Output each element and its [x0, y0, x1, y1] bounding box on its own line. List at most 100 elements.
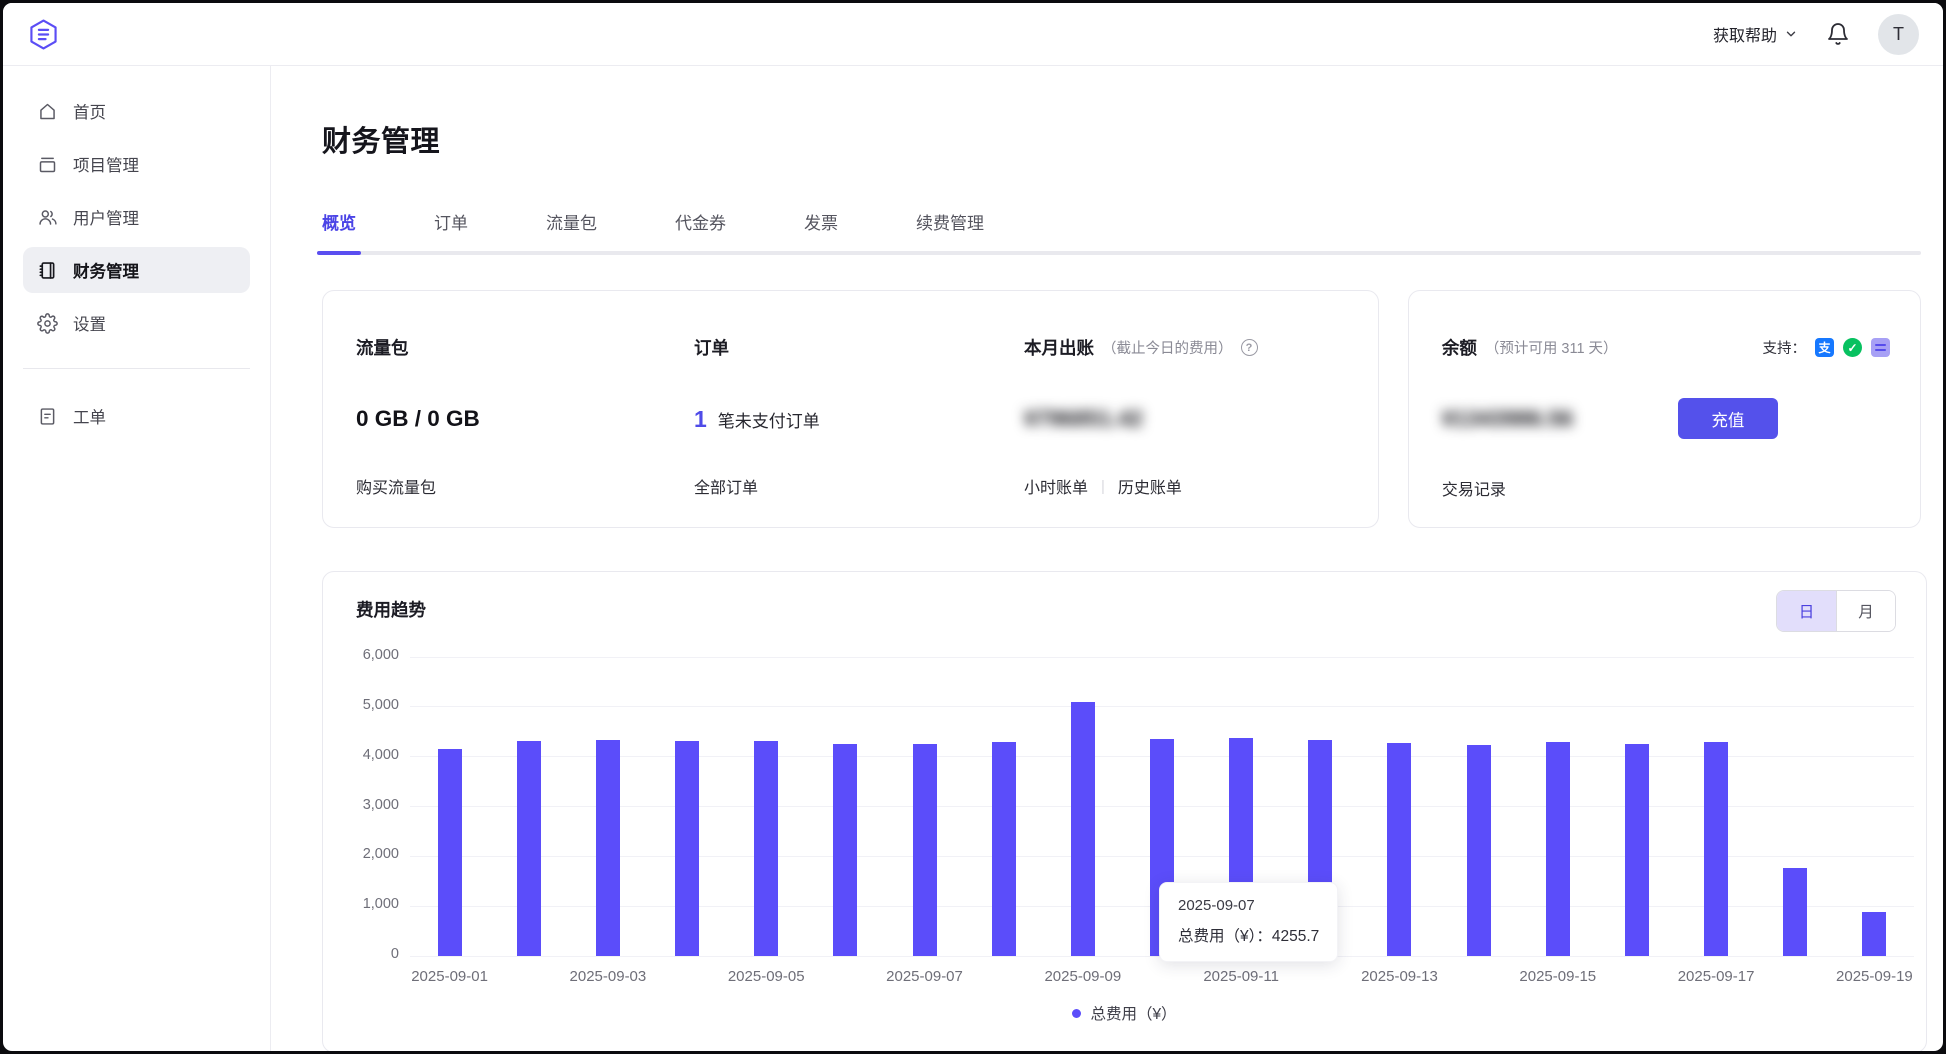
orders-title: 订单 [694, 335, 1024, 360]
tab-orders[interactable]: 订单 [434, 209, 468, 255]
page-title: 财务管理 [322, 118, 1921, 160]
legend-dot [1072, 1009, 1081, 1018]
avatar-initial: T [1893, 24, 1904, 45]
monthly-billing-caption: （截止今日的费用） [1102, 337, 1233, 358]
balance-value-redacted: ¥1343986.56 [1442, 406, 1638, 432]
bar-2025-09-18[interactable] [1783, 868, 1807, 956]
y-tick-label: 6,000 [323, 647, 399, 663]
bar-2025-09-09[interactable] [1071, 702, 1095, 956]
buy-traffic-package-link[interactable]: 购买流量包 [356, 474, 436, 498]
recharge-button[interactable]: 充值 [1678, 398, 1778, 439]
traffic-package-value: 0 GB / 0 GB [356, 404, 694, 434]
toggle-day[interactable]: 日 [1777, 591, 1836, 631]
y-tick-label: 2,000 [323, 846, 399, 862]
x-tick-label: 2025-09-17 [1641, 968, 1791, 985]
cost-trend-card: 费用趋势 日 月 2025-09-07 总费用（¥）：4255.7 01,000… [322, 571, 1927, 1051]
gridline [410, 657, 1914, 658]
x-tick-label: 2025-09-19 [1799, 968, 1943, 985]
traffic-package-stat: 流量包 0 GB / 0 GB 购买流量包 [356, 335, 694, 527]
unpaid-order-count: 1 [694, 406, 707, 433]
y-tick-label: 3,000 [323, 797, 399, 813]
app-logo-icon[interactable] [27, 18, 60, 51]
bar-2025-09-08[interactable] [992, 742, 1016, 956]
sidebar-item-settings[interactable]: 设置 [23, 300, 250, 346]
traffic-package-title: 流量包 [356, 335, 694, 360]
sidebar-item-users[interactable]: 用户管理 [23, 194, 250, 240]
bar-2025-09-05[interactable] [754, 741, 778, 956]
sidebar-item-projects[interactable]: 项目管理 [23, 141, 250, 187]
bar-2025-09-13[interactable] [1387, 743, 1411, 956]
users-icon [37, 207, 58, 228]
gridline [410, 706, 1914, 707]
tooltip-value: 总费用（¥）：4255.7 [1178, 924, 1319, 946]
user-avatar[interactable]: T [1878, 14, 1919, 55]
tab-traffic-packages[interactable]: 流量包 [546, 209, 597, 255]
help-menu-label: 获取帮助 [1713, 22, 1777, 46]
balance-caption: （预计可用 311 天） [1485, 337, 1618, 358]
bar-2025-09-17[interactable] [1704, 742, 1728, 956]
work-order-icon [37, 406, 58, 427]
stats-card: 流量包 0 GB / 0 GB 购买流量包 订单 1 笔未支付订单 [322, 290, 1379, 528]
sidebar-divider [23, 368, 250, 369]
tab-bar-underline [322, 251, 1921, 255]
tab-bar: 概览 订单 流量包 代金券 发票 续费管理 [322, 209, 1921, 255]
transaction-records-link[interactable]: 交易记录 [1442, 476, 1506, 500]
y-tick-label: 5,000 [323, 697, 399, 713]
x-tick-label: 2025-09-05 [691, 968, 841, 985]
bar-2025-09-06[interactable] [833, 744, 857, 956]
orders-stat: 订单 1 笔未支付订单 全部订单 [694, 335, 1024, 527]
monthly-billing-stat: 本月出账 （截止今日的费用） ? ¥796851.42 小时账单 | 历史账单 [1024, 335, 1345, 527]
chart-legend: 总费用（¥） [323, 1002, 1926, 1024]
bar-2025-09-19[interactable] [1862, 912, 1886, 956]
balance-card: 余额 （预计可用 311 天） 支持： 支 ✓ ¥1343986.56 充值 [1408, 290, 1921, 528]
link-separator: | [1101, 478, 1105, 495]
bank-card-icon [1871, 338, 1890, 357]
payment-support-label: 支持： [1763, 337, 1807, 358]
wechat-pay-icon: ✓ [1843, 338, 1862, 357]
monthly-billing-title: 本月出账 [1024, 335, 1094, 360]
toggle-month[interactable]: 月 [1836, 591, 1895, 631]
sidebar-item-label: 财务管理 [73, 258, 139, 282]
chart-plot: 2025-09-07 总费用（¥）：4255.7 01,0002,0003,00… [410, 657, 1914, 956]
project-box-icon [37, 154, 58, 175]
x-tick-label: 2025-09-01 [375, 968, 525, 985]
tab-overview[interactable]: 概览 [322, 209, 356, 255]
bar-2025-09-15[interactable] [1546, 742, 1570, 956]
sidebar-item-label: 项目管理 [73, 152, 139, 176]
x-tick-label: 2025-09-11 [1166, 968, 1316, 985]
ledger-icon [37, 260, 58, 281]
x-tick-label: 2025-09-03 [533, 968, 683, 985]
sidebar-item-label: 设置 [73, 311, 106, 335]
bar-2025-09-03[interactable] [596, 740, 620, 956]
gear-icon [37, 313, 58, 334]
legend-label: 总费用（¥） [1090, 1002, 1176, 1024]
sidebar-item-label: 工单 [73, 404, 106, 428]
tab-vouchers[interactable]: 代金券 [675, 209, 726, 255]
bar-2025-09-04[interactable] [675, 741, 699, 956]
cost-trend-title: 费用趋势 [356, 597, 426, 622]
tooltip-date: 2025-09-07 [1178, 897, 1319, 914]
sidebar-item-home[interactable]: 首页 [23, 88, 250, 134]
sidebar-item-tickets[interactable]: 工单 [23, 393, 250, 439]
sidebar-item-label: 用户管理 [73, 205, 139, 229]
notification-bell-icon[interactable] [1826, 22, 1850, 46]
x-tick-label: 2025-09-15 [1483, 968, 1633, 985]
all-orders-link[interactable]: 全部订单 [694, 474, 758, 498]
monthly-billing-value-redacted: ¥796851.42 [1024, 406, 1143, 432]
y-tick-label: 1,000 [323, 896, 399, 912]
bar-2025-09-16[interactable] [1625, 744, 1649, 956]
help-circle-icon[interactable]: ? [1241, 339, 1258, 356]
y-tick-label: 0 [323, 946, 399, 962]
bar-2025-09-14[interactable] [1467, 745, 1491, 956]
tab-invoices[interactable]: 发票 [804, 209, 838, 255]
bar-2025-09-02[interactable] [517, 741, 541, 956]
sidebar-item-finance[interactable]: 财务管理 [23, 247, 250, 293]
bar-2025-09-01[interactable] [438, 749, 462, 956]
bar-2025-09-07[interactable] [913, 744, 937, 956]
tab-renewal[interactable]: 续费管理 [916, 209, 984, 255]
history-bill-link[interactable]: 历史账单 [1118, 474, 1182, 498]
hourly-bill-link[interactable]: 小时账单 [1024, 474, 1088, 498]
help-menu[interactable]: 获取帮助 [1713, 22, 1798, 46]
home-icon [37, 101, 58, 122]
balance-title: 余额 [1442, 335, 1477, 360]
